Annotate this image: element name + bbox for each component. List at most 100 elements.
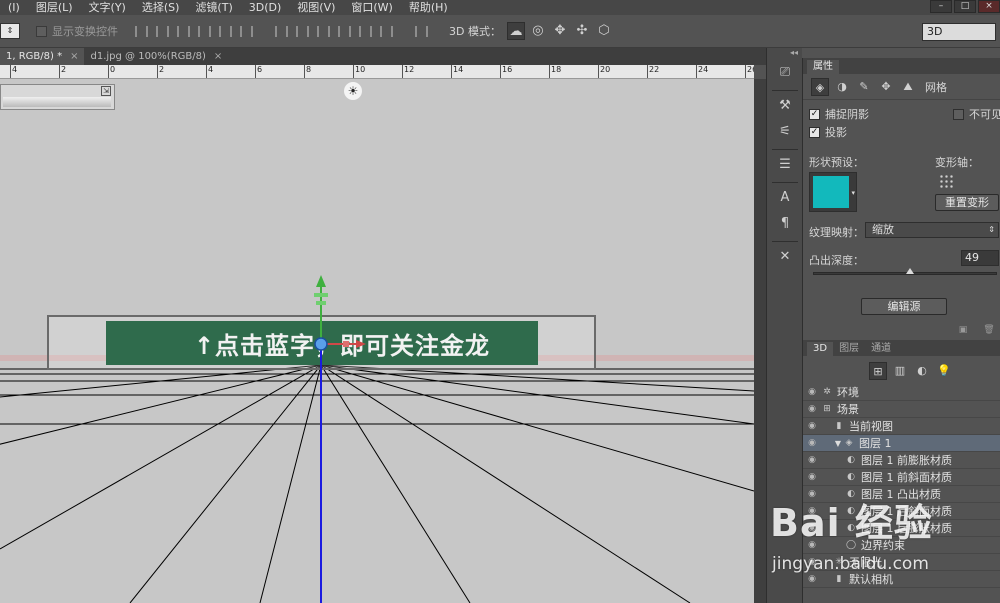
new-layer-icon[interactable]: ▣	[957, 324, 969, 336]
invisible-checkbox[interactable]	[953, 108, 964, 120]
rotate-3d-icon[interactable]: ☁	[506, 22, 525, 40]
distribute-top-icon[interactable]	[272, 24, 288, 39]
show-transform-label: 显示变换控件	[52, 25, 118, 38]
eye-icon[interactable]: ◉	[803, 387, 821, 397]
maximize-icon[interactable]: □	[954, 0, 976, 13]
distribute-vcenter-icon[interactable]	[293, 24, 309, 39]
eye-icon[interactable]: ◉	[803, 404, 821, 414]
menu-item[interactable]: 视图(V)	[289, 0, 343, 15]
slide-3d-icon[interactable]: ✣	[573, 22, 591, 40]
eye-icon[interactable]: ◉	[803, 438, 821, 448]
scene-mode-icon[interactable]: ⛰	[899, 78, 917, 96]
cap-mode-icon[interactable]: ✎	[855, 78, 873, 96]
eye-icon[interactable]: ◉	[803, 455, 821, 465]
preset-dropdown[interactable]: ⇕	[0, 23, 20, 39]
layer-row[interactable]: ◉ ▮ 当前视图	[803, 418, 1000, 435]
tab-3d[interactable]: 3D	[807, 342, 834, 356]
drag-3d-icon[interactable]: ✥	[551, 22, 569, 40]
navigator-toggle-icon[interactable]: ⇲	[101, 86, 111, 96]
align-vertical-centers-icon[interactable]	[153, 24, 169, 39]
divider	[772, 182, 798, 183]
distribute-bottom-icon[interactable]	[314, 24, 330, 39]
tab-channels[interactable]: 通道	[865, 342, 897, 356]
roll-3d-icon[interactable]: ◎	[529, 22, 547, 40]
filter-scene-icon[interactable]: ⊞	[869, 362, 887, 380]
grid-ray	[320, 364, 471, 603]
edit-source-button[interactable]: 编辑源	[861, 298, 947, 315]
deform-axis-grid-icon[interactable]	[939, 174, 955, 190]
document-canvas[interactable]: ⇲ ☀ ↑点击蓝字，即可关注金龙	[0, 79, 754, 603]
cast-shadows-label: 投影	[825, 126, 847, 139]
filter-meshes-icon[interactable]: ▥	[891, 362, 909, 380]
tab-layers[interactable]: 图层	[833, 342, 865, 356]
show-transform-checkbox[interactable]	[36, 25, 47, 37]
light-source-icon[interactable]: ☀	[344, 82, 362, 100]
workspace-selector[interactable]: 3D	[922, 23, 996, 41]
trash-icon[interactable]: 🗑	[983, 324, 995, 336]
distribute-right-icon[interactable]	[377, 24, 393, 39]
layer-label: 环境	[837, 386, 859, 399]
chevron-down-icon[interactable]: ▾	[851, 189, 855, 197]
character-panel-icon[interactable]: A	[772, 187, 798, 209]
menu-item[interactable]: 图层(L)	[28, 0, 81, 15]
filter-materials-icon[interactable]: ◐	[913, 362, 931, 380]
menu-item[interactable]: 选择(S)	[134, 0, 188, 15]
align-right-edges-icon[interactable]	[237, 24, 253, 39]
menu-item[interactable]: 帮助(H)	[401, 0, 456, 15]
layer-row[interactable]: ◉ ▼ ◈ 图层 1	[803, 435, 1000, 452]
tab-document-2[interactable]: d1.jpg @ 100%(RGB/8) ×	[84, 48, 228, 65]
close-tab-icon[interactable]: ×	[70, 51, 78, 62]
reset-deform-button[interactable]: 重置变形	[935, 194, 999, 211]
texture-map-dropdown[interactable]: 缩放 ⇕	[865, 222, 999, 238]
menu-item[interactable]: 文字(Y)	[81, 0, 134, 15]
extrude-depth-slider[interactable]	[813, 268, 997, 275]
history-panel-icon[interactable]: ⎚	[772, 62, 798, 84]
coordinates-mode-icon[interactable]: ✥	[877, 78, 895, 96]
paragraph-panel-icon[interactable]: ¶	[772, 213, 798, 235]
align-top-edges-icon[interactable]	[132, 24, 148, 39]
distribute-hcenter-icon[interactable]	[356, 24, 372, 39]
mesh-mode-icon[interactable]: ◈	[811, 77, 829, 96]
filter-lights-icon[interactable]: 💡	[935, 362, 953, 380]
tools-preset-icon[interactable]: ✕	[772, 246, 798, 268]
minimize-icon[interactable]: –	[930, 0, 952, 13]
extrude-depth-input[interactable]: 49	[961, 250, 999, 266]
tab-label: 1, RGB/8) *	[6, 51, 63, 62]
scale-3d-icon[interactable]: ⬡	[595, 22, 613, 40]
auto-align-icon[interactable]	[412, 24, 428, 39]
adjustments-panel-icon[interactable]: ⚟	[772, 121, 798, 143]
close-icon[interactable]: ×	[978, 0, 1000, 13]
close-tab-icon[interactable]: ×	[214, 51, 222, 62]
deform-mode-icon[interactable]: ◑	[833, 78, 851, 96]
cast-shadows-checkbox[interactable]: ✓	[809, 126, 820, 138]
menu-item[interactable]: (I)	[0, 0, 28, 15]
vertical-scrollbar[interactable]	[754, 79, 766, 603]
properties-panel-icon[interactable]: ☰	[772, 154, 798, 176]
menu-item[interactable]: 3D(D)	[241, 0, 290, 15]
tab-properties[interactable]: 属性	[807, 60, 839, 74]
layer-label: 图层 1	[859, 437, 892, 450]
layer-row[interactable]: ◉ ⊞ 场景	[803, 401, 1000, 418]
ruler-tick-label: 14	[450, 65, 464, 78]
distribute-left-icon[interactable]	[335, 24, 351, 39]
eye-icon[interactable]: ◉	[803, 421, 821, 431]
capture-shadows-checkbox[interactable]: ✓	[809, 108, 820, 120]
divider	[772, 90, 798, 91]
align-horizontal-centers-icon[interactable]	[216, 24, 232, 39]
align-left-edges-icon[interactable]	[195, 24, 211, 39]
layer-row[interactable]: ◉ ◐ 图层 1 前斜面材质	[803, 469, 1000, 486]
brush-panel-icon[interactable]: ⚒	[772, 95, 798, 117]
shape-preset-swatch[interactable]: ▾	[809, 172, 857, 212]
slider-knob[interactable]	[906, 268, 914, 274]
menu-item[interactable]: 滤镜(T)	[187, 0, 240, 15]
collapse-panels-icon[interactable]: ◂◂	[767, 48, 802, 58]
tab-document-1[interactable]: 1, RGB/8) * ×	[0, 48, 85, 65]
3d-navigator-widget[interactable]: ⇲	[0, 84, 115, 110]
extruded-text-banner[interactable]: ↑点击蓝字，即可关注金龙	[106, 321, 538, 365]
expand-toggle-icon[interactable]: ▼	[833, 439, 843, 448]
align-bottom-edges-icon[interactable]	[174, 24, 190, 39]
eye-icon[interactable]: ◉	[803, 472, 821, 482]
menu-item[interactable]: 窗口(W)	[343, 0, 400, 15]
layer-row[interactable]: ◉ ◐ 图层 1 前膨胀材质	[803, 452, 1000, 469]
layer-row[interactable]: ◉ ✲ 环境	[803, 384, 1000, 401]
